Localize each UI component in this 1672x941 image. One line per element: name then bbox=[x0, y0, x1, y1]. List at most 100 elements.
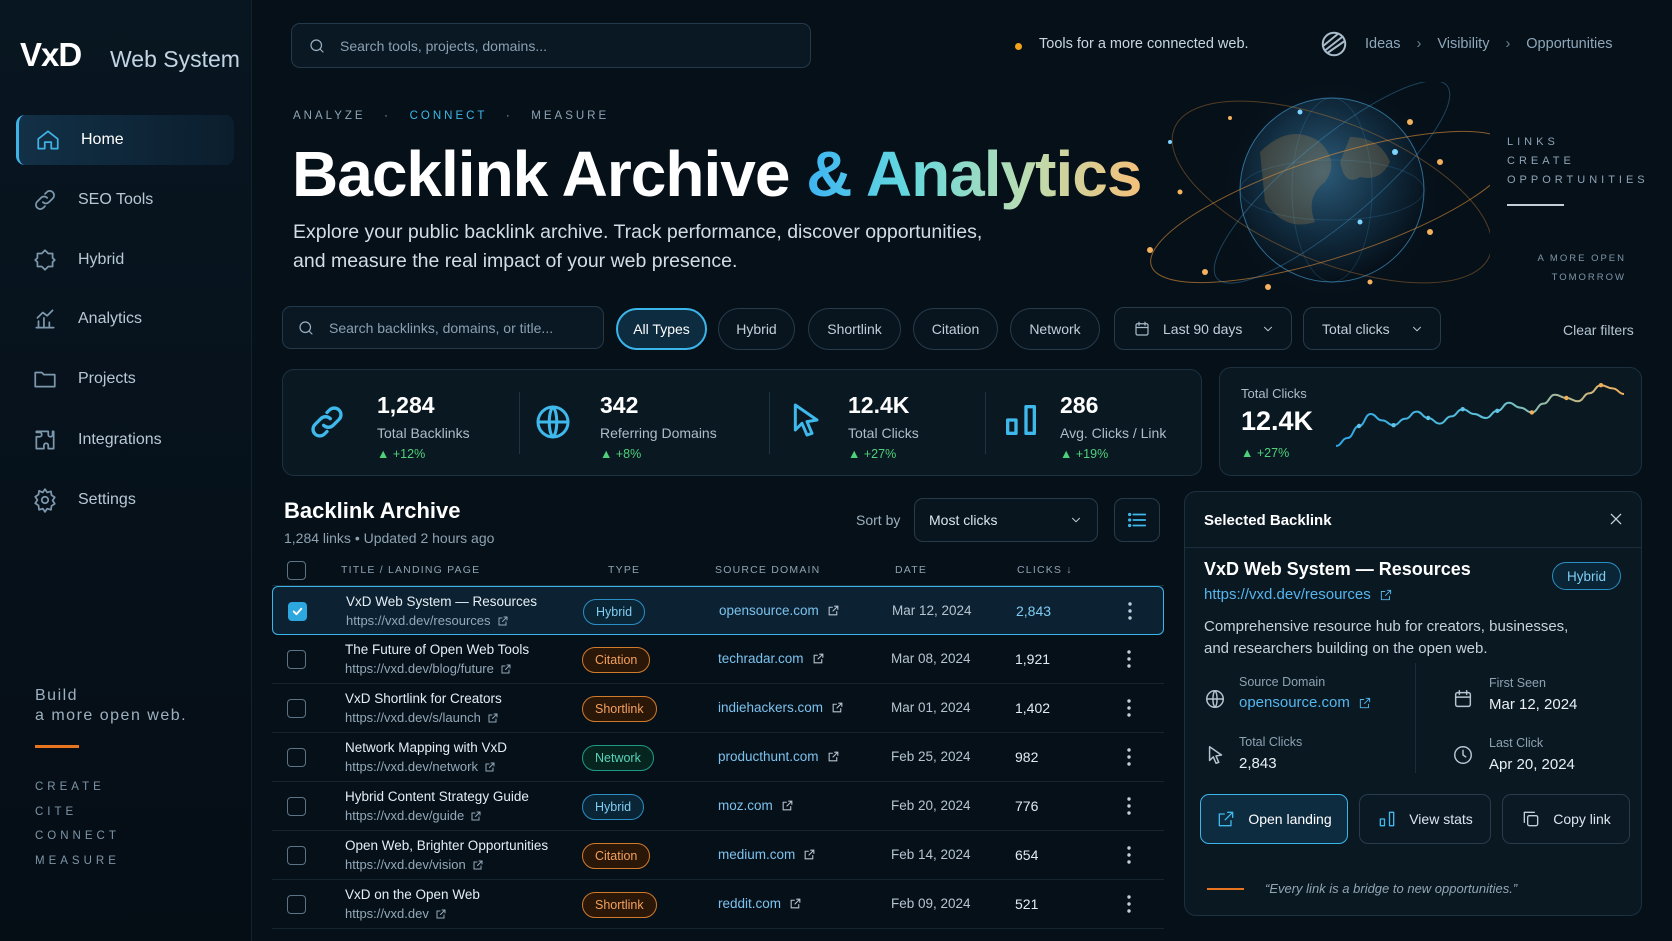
total-clicks-label: Total Clicks bbox=[1239, 735, 1303, 749]
col-source[interactable]: SOURCE DOMAIN bbox=[715, 564, 820, 576]
row-domain-link[interactable]: moz.com bbox=[718, 798, 794, 813]
row-checkbox[interactable] bbox=[287, 797, 306, 816]
sidebar-item-analytics[interactable]: Analytics bbox=[16, 294, 234, 344]
type-badge: Hybrid bbox=[1552, 562, 1622, 590]
row-title[interactable]: VxD Web System — Resources bbox=[346, 594, 537, 609]
table-row[interactable]: VxD Web System — Resources https://vxd.de… bbox=[272, 586, 1164, 635]
col-date[interactable]: DATE bbox=[895, 564, 927, 576]
copy-icon bbox=[1523, 811, 1539, 827]
desc-line: Comprehensive resource hub for creators,… bbox=[1204, 618, 1569, 635]
metric-select[interactable]: Total clicks bbox=[1303, 307, 1441, 350]
view-stats-button[interactable]: View stats bbox=[1359, 794, 1491, 844]
row-url-link[interactable]: https://vxd.dev bbox=[345, 906, 447, 921]
title-main: Backlink Archive bbox=[292, 138, 790, 210]
more-options-icon[interactable] bbox=[1127, 698, 1131, 718]
row-url-link[interactable]: https://vxd.dev/network bbox=[345, 759, 496, 774]
date-range-select[interactable]: Last 90 days bbox=[1114, 307, 1292, 350]
select-all-checkbox[interactable] bbox=[287, 561, 306, 580]
more-options-icon[interactable] bbox=[1127, 796, 1131, 816]
row-title[interactable]: VxD Shortlink for Creators bbox=[345, 691, 502, 706]
row-domain-link[interactable]: medium.com bbox=[718, 847, 816, 862]
row-checkbox[interactable] bbox=[287, 895, 306, 914]
more-options-icon[interactable] bbox=[1127, 845, 1131, 865]
breadcrumb-opportunities[interactable]: Opportunities bbox=[1526, 36, 1612, 52]
row-domain-link[interactable]: opensource.com bbox=[719, 603, 840, 618]
table-row[interactable]: VxD Shortlink for Creators https://vxd.de… bbox=[272, 684, 1164, 733]
row-date: Feb 09, 2024 bbox=[891, 896, 971, 911]
sidebar-item-label: Analytics bbox=[78, 310, 143, 327]
col-title[interactable]: TITLE / LANDING PAGE bbox=[341, 564, 480, 576]
chip-citation[interactable]: Citation bbox=[913, 308, 998, 350]
chevron-down-icon bbox=[1413, 326, 1421, 331]
breadcrumb-visibility[interactable]: Visibility bbox=[1437, 36, 1489, 52]
sidebar-item-settings[interactable]: Settings bbox=[16, 475, 234, 525]
col-clicks[interactable]: CLICKS ↓ bbox=[1017, 564, 1073, 576]
col-clicks-label: CLICKS bbox=[1017, 564, 1063, 576]
row-date: Feb 20, 2024 bbox=[891, 798, 971, 813]
row-url-link[interactable]: https://vxd.dev/vision bbox=[345, 857, 484, 872]
row-clicks: 1,921 bbox=[1015, 651, 1051, 667]
external-link-icon bbox=[473, 860, 483, 869]
calendar-icon bbox=[1135, 321, 1149, 336]
row-title[interactable]: Open Web, Brighter Opportunities bbox=[345, 838, 548, 853]
external-link-icon bbox=[813, 653, 823, 664]
row-url-link[interactable]: https://vxd.dev/s/launch bbox=[345, 710, 499, 725]
table-row[interactable]: VxD on the Open Web https://vxd.dev Shortl… bbox=[272, 880, 1164, 929]
row-checkbox[interactable] bbox=[287, 650, 306, 669]
sort-select[interactable]: Most clicks bbox=[914, 498, 1098, 542]
sidebar-item-home[interactable]: Home bbox=[16, 115, 234, 165]
row-checkbox[interactable] bbox=[287, 748, 306, 767]
more-options-icon[interactable] bbox=[1127, 649, 1131, 669]
sidebar-item-integrations[interactable]: Integrations bbox=[16, 415, 234, 465]
globe-icon[interactable] bbox=[1319, 29, 1349, 59]
row-title[interactable]: Network Mapping with VxD bbox=[345, 740, 507, 755]
chip-hybrid[interactable]: Hybrid bbox=[718, 308, 795, 350]
chip-shortlink[interactable]: Shortlink bbox=[808, 308, 901, 350]
logo[interactable]: VxD bbox=[20, 36, 82, 74]
tagline: Tools for a more connected web. bbox=[1039, 36, 1249, 52]
row-checkbox[interactable] bbox=[288, 602, 307, 621]
source-domain-link[interactable]: opensource.com bbox=[1239, 694, 1372, 711]
row-url-link[interactable]: https://vxd.dev/blog/future bbox=[345, 661, 512, 676]
table-row[interactable]: The Future of Open Web Tools https://vxd.… bbox=[272, 635, 1164, 684]
more-options-icon[interactable] bbox=[1127, 747, 1131, 767]
breadcrumb-ideas[interactable]: Ideas bbox=[1365, 36, 1400, 52]
global-search-input[interactable]: Search tools, projects, domains... bbox=[291, 23, 811, 68]
keyword: CREATE bbox=[1507, 155, 1575, 167]
more-options-icon[interactable] bbox=[1127, 894, 1131, 914]
close-icon[interactable] bbox=[1608, 511, 1624, 527]
source-domain-label: Source Domain bbox=[1239, 675, 1326, 689]
col-type[interactable]: TYPE bbox=[608, 564, 640, 576]
row-checkbox[interactable] bbox=[287, 699, 306, 718]
keyword: CONNECT bbox=[35, 830, 120, 842]
row-domain-link[interactable]: reddit.com bbox=[718, 896, 802, 911]
chip-network[interactable]: Network bbox=[1010, 308, 1100, 350]
more-options-icon[interactable] bbox=[1128, 601, 1132, 621]
table-row[interactable]: Network Mapping with VxD https://vxd.dev/… bbox=[272, 733, 1164, 782]
panel-url: https://vxd.dev/resources bbox=[1204, 586, 1371, 603]
external-link-icon bbox=[1380, 589, 1391, 600]
backlink-search-input[interactable]: Search backlinks, domains, or title... bbox=[282, 306, 604, 349]
chip-all-types[interactable]: All Types bbox=[616, 308, 707, 350]
panel-description: Comprehensive resource hub for creators,… bbox=[1204, 616, 1568, 660]
table-row[interactable]: Hybrid Content Strategy Guide https://vxd… bbox=[272, 782, 1164, 831]
row-title[interactable]: VxD on the Open Web bbox=[345, 887, 480, 902]
row-title[interactable]: Hybrid Content Strategy Guide bbox=[345, 789, 529, 804]
sidebar-item-seo-tools[interactable]: SEO Tools bbox=[16, 175, 234, 225]
table-row[interactable]: Open Web, Brighter Opportunities https://… bbox=[272, 831, 1164, 880]
clear-filters-link[interactable]: Clear filters bbox=[1563, 322, 1634, 338]
row-url-link[interactable]: https://vxd.dev/resources bbox=[346, 613, 509, 628]
row-url-link[interactable]: https://vxd.dev/guide bbox=[345, 808, 482, 823]
row-checkbox[interactable] bbox=[287, 846, 306, 865]
row-domain-link[interactable]: indiehackers.com bbox=[718, 700, 844, 715]
keyword: CREATE bbox=[35, 781, 105, 793]
panel-url-link[interactable]: https://vxd.dev/resources bbox=[1204, 586, 1393, 603]
sidebar-item-hybrid[interactable]: Hybrid bbox=[16, 235, 234, 285]
list-view-button[interactable] bbox=[1114, 498, 1160, 542]
row-title[interactable]: The Future of Open Web Tools bbox=[345, 642, 529, 657]
sidebar-item-projects[interactable]: Projects bbox=[16, 354, 234, 404]
open-landing-button[interactable]: Open landing bbox=[1200, 794, 1348, 844]
row-domain-link[interactable]: techradar.com bbox=[718, 651, 825, 666]
copy-link-button[interactable]: Copy link bbox=[1502, 794, 1630, 844]
row-domain-link[interactable]: producthunt.com bbox=[718, 749, 840, 764]
